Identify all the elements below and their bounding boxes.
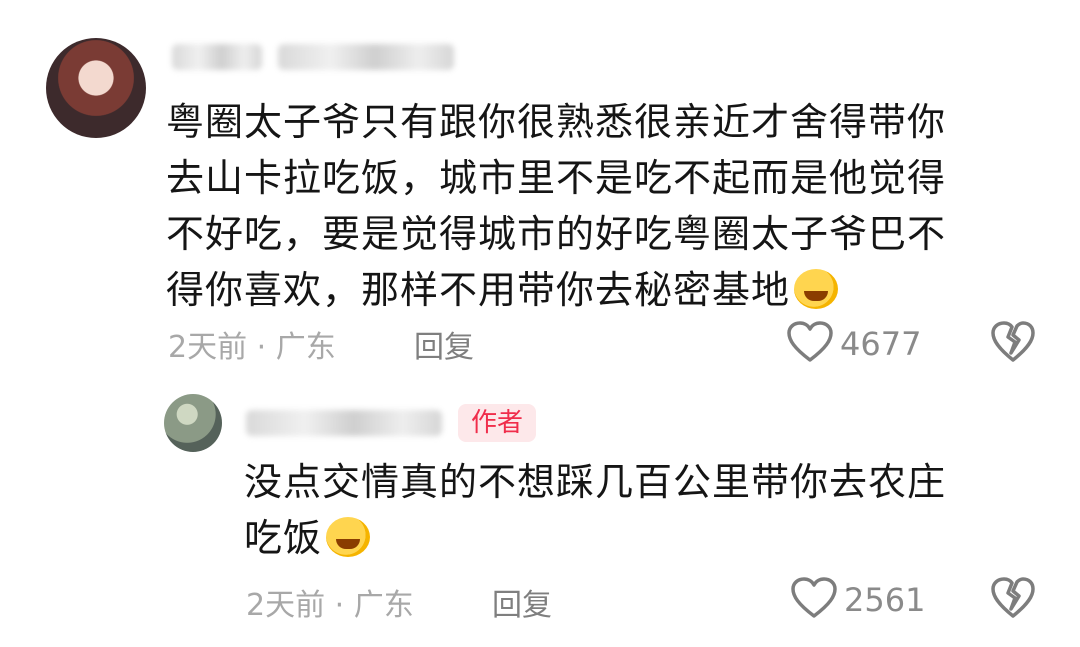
comment-line: 不好吃，要是觉得城市的好吃粤圈太子爷巴不 <box>166 212 947 256</box>
comment-line: 得你喜欢，那样不用带你去秘密基地 <box>166 262 946 318</box>
like-button[interactable]: 2561 <box>790 576 925 624</box>
comment-text: 没点交情真的不想踩几百公里带你去农庄 吃饭 <box>244 454 946 566</box>
comment-meta: 2天前 · 广东 <box>246 588 414 623</box>
comment-meta: 2天前 · 广东 <box>168 330 336 365</box>
username-blurred[interactable] <box>246 410 442 436</box>
comment-line: 去山卡拉吃饭，城市里不是吃不起而是他觉得 <box>166 156 947 200</box>
thinking-emoji-icon <box>326 517 371 557</box>
comment-line: 吃饭 <box>244 510 946 566</box>
comment-line: 粤圈太子爷只有跟你很熟悉很亲近才舍得带你 <box>166 100 947 144</box>
avatar[interactable] <box>46 38 146 138</box>
comment-line: 没点交情真的不想踩几百公里带你去农庄 <box>244 460 947 504</box>
broken-heart-icon[interactable] <box>990 576 1036 624</box>
like-count: 2561 <box>844 581 926 619</box>
like-count: 4677 <box>840 325 922 363</box>
reply-button[interactable]: 回复 <box>492 580 552 624</box>
author-badge: 作者 <box>458 404 536 442</box>
heart-outline-icon <box>786 320 834 368</box>
broken-heart-icon[interactable] <box>990 320 1036 368</box>
heart-outline-icon <box>790 576 838 624</box>
username-blurred-2[interactable] <box>278 44 454 70</box>
rofl-emoji-icon <box>794 269 839 309</box>
comment-text: 粤圈太子爷只有跟你很熟悉很亲近才舍得带你 去山卡拉吃饭，城市里不是吃不起而是他觉… <box>166 94 946 318</box>
username-blurred[interactable] <box>172 44 262 70</box>
avatar[interactable] <box>164 394 222 452</box>
like-button[interactable]: 4677 <box>786 320 921 368</box>
reply-button[interactable]: 回复 <box>414 322 474 366</box>
